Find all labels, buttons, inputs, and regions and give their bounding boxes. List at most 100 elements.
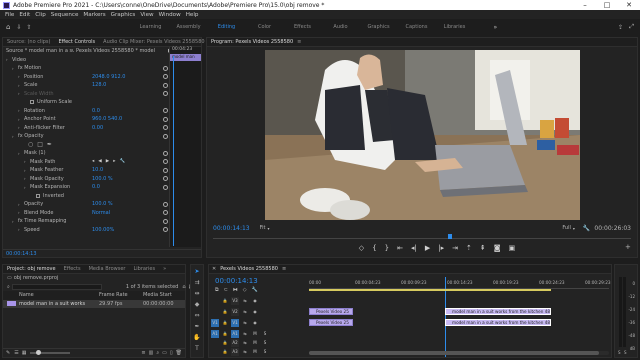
reset-icon[interactable]: [163, 116, 168, 122]
effect-row[interactable]: › fx Time Remapping: [3, 217, 168, 226]
program-scrubber[interactable]: [213, 234, 631, 239]
mute-icon[interactable]: M: [251, 348, 259, 356]
track-name[interactable]: A3: [231, 347, 239, 356]
find-icon[interactable]: ⌕: [156, 350, 159, 356]
effect-row[interactable]: Inverted: [3, 192, 168, 201]
fit-chevron-icon[interactable]: ▾: [267, 226, 269, 231]
step-back-icon[interactable]: ◂|: [411, 244, 417, 252]
effect-row[interactable]: › Speed 100.00%: [3, 226, 168, 235]
reset-icon[interactable]: [163, 108, 168, 114]
tab-sequence[interactable]: Pexels Videos 2558580: [216, 266, 282, 272]
track-forward-icon[interactable]: ▶: [106, 159, 109, 164]
zoom-slider[interactable]: [30, 350, 71, 355]
reset-icon[interactable]: [163, 176, 168, 182]
sync-lock-icon[interactable]: ⇆: [241, 319, 249, 327]
prev-frame-icon[interactable]: ◀: [98, 159, 101, 164]
menu-clip[interactable]: Clip: [35, 12, 46, 18]
effect-row[interactable]: › Mask Path ◂ ◀ ▶ ▸ 🔧: [3, 158, 168, 167]
effect-value[interactable]: Uniform Scale: [37, 99, 168, 105]
timeline-scrollbar[interactable]: [309, 351, 609, 355]
effect-value[interactable]: Normal: [92, 210, 163, 216]
effect-row[interactable]: › Position 2048.0 912.0: [3, 73, 168, 82]
ellipse-mask-icon[interactable]: ○: [28, 141, 33, 148]
track-name[interactable]: V1: [231, 318, 239, 327]
lock-icon[interactable]: 🔒: [221, 319, 229, 327]
ripple-edit-tool-icon[interactable]: ⇹: [193, 290, 201, 298]
reset-icon[interactable]: [163, 184, 168, 190]
effect-value[interactable]: 960.0 540.0: [92, 116, 163, 122]
pen-tool-icon[interactable]: ✒: [193, 323, 201, 331]
menu-view[interactable]: View: [140, 12, 153, 18]
workspace-audio[interactable]: Audio: [322, 24, 360, 30]
hand-tool-icon[interactable]: ✋: [193, 334, 201, 342]
tab-project[interactable]: Project: obj remove: [3, 266, 60, 272]
checkbox[interactable]: [36, 193, 40, 198]
tab-effects[interactable]: Effects: [60, 266, 85, 272]
tab-media-browser[interactable]: Media Browser: [85, 266, 130, 272]
sort-icon[interactable]: ≡: [141, 350, 145, 356]
new-bin-search-icon[interactable]: ⌂: [182, 284, 185, 290]
linked-selection-icon[interactable]: ⧓: [233, 287, 238, 293]
source-patch[interactable]: [211, 297, 219, 305]
close-button[interactable]: ✕: [618, 1, 640, 9]
lock-icon[interactable]: 🔒: [221, 348, 229, 356]
pen-mask-icon[interactable]: ✒: [47, 141, 52, 148]
effect-value[interactable]: 0.0: [92, 184, 163, 190]
compare-view-icon[interactable]: ▣: [509, 244, 516, 252]
workspace-editing[interactable]: Editing: [208, 24, 246, 30]
checkbox[interactable]: [30, 100, 34, 105]
more-tabs-icon[interactable]: »: [159, 266, 170, 272]
sync-lock-icon[interactable]: ⇆: [241, 308, 249, 316]
menu-window[interactable]: Window: [159, 12, 181, 18]
snap-icon[interactable]: ⊂: [224, 287, 228, 293]
new-bin-icon[interactable]: ▭: [162, 350, 167, 356]
quick-export-icon[interactable]: ⇪: [618, 24, 623, 31]
menu-file[interactable]: File: [5, 12, 14, 18]
panel-menu-icon[interactable]: ≡: [297, 39, 301, 45]
timeline-work-area[interactable]: [309, 289, 551, 291]
reset-icon[interactable]: [163, 74, 168, 80]
eye-icon[interactable]: ◉: [251, 319, 259, 327]
timeline-clip-v2[interactable]: Pexels Video 25: [309, 308, 353, 315]
pencil-icon[interactable]: ✎: [6, 350, 10, 356]
extract-icon[interactable]: ⇞: [480, 244, 486, 252]
effect-row[interactable]: › fx Motion: [3, 64, 168, 73]
lift-icon[interactable]: ⇡: [466, 244, 472, 252]
wrench-icon[interactable]: 🔧: [583, 225, 590, 232]
timeline-settings-icon[interactable]: 🔧: [252, 287, 258, 293]
source-patch[interactable]: V1: [211, 318, 219, 327]
reset-icon[interactable]: [163, 167, 168, 173]
step-forward-icon[interactable]: |▸: [438, 244, 444, 252]
reset-icon[interactable]: [163, 210, 168, 216]
menu-help[interactable]: Help: [186, 12, 199, 18]
sequence-clip-selector[interactable]: Pexels Videos 2558580 * model: [76, 48, 166, 54]
effect-row[interactable]: › Anti-flicker Filter 0.00: [3, 124, 168, 133]
effect-value[interactable]: 128.0: [92, 82, 163, 88]
timeline-menu-icon[interactable]: ≡: [282, 266, 286, 272]
add-marker-timeline-icon[interactable]: ◇: [243, 287, 247, 293]
workspace-graphics[interactable]: Graphics: [360, 24, 398, 30]
quality-select[interactable]: Full: [562, 225, 571, 231]
effect-row[interactable]: › Blend Mode Normal: [3, 209, 168, 218]
effect-value[interactable]: 2048.0 912.0: [92, 74, 163, 80]
mini-playhead[interactable]: [173, 56, 174, 246]
menu-graphics[interactable]: Graphics: [111, 12, 136, 18]
workspace-learning[interactable]: Learning: [132, 24, 170, 30]
effect-row[interactable]: › Mask Expansion 0.0: [3, 183, 168, 192]
timeline-timecode[interactable]: 00:00:14:13: [215, 277, 258, 285]
quality-chevron-icon[interactable]: ▾: [573, 226, 575, 231]
tab-audio-clip-mixer[interactable]: Audio Clip Mixer: Pexels Videos 2558580: [99, 39, 208, 45]
project-item-name[interactable]: model man in a suit works: [19, 301, 99, 307]
reset-icon[interactable]: [163, 133, 168, 139]
workspace-color[interactable]: Color: [246, 24, 284, 30]
effect-row[interactable]: › Mask (1): [3, 149, 168, 158]
effect-row[interactable]: ○ □ ✒: [3, 141, 168, 150]
transport-add-button-icon[interactable]: +: [625, 243, 631, 251]
effect-row[interactable]: › Video: [3, 56, 168, 65]
timeline-clip-v2[interactable]: model man in a suit works from the kitch…: [445, 308, 551, 315]
workspace-captions[interactable]: Captions: [398, 24, 436, 30]
solo-right-button[interactable]: S: [624, 350, 627, 355]
reset-icon[interactable]: [163, 91, 168, 97]
col-media-start[interactable]: Media Start: [143, 292, 172, 298]
source-patch[interactable]: [211, 308, 219, 316]
